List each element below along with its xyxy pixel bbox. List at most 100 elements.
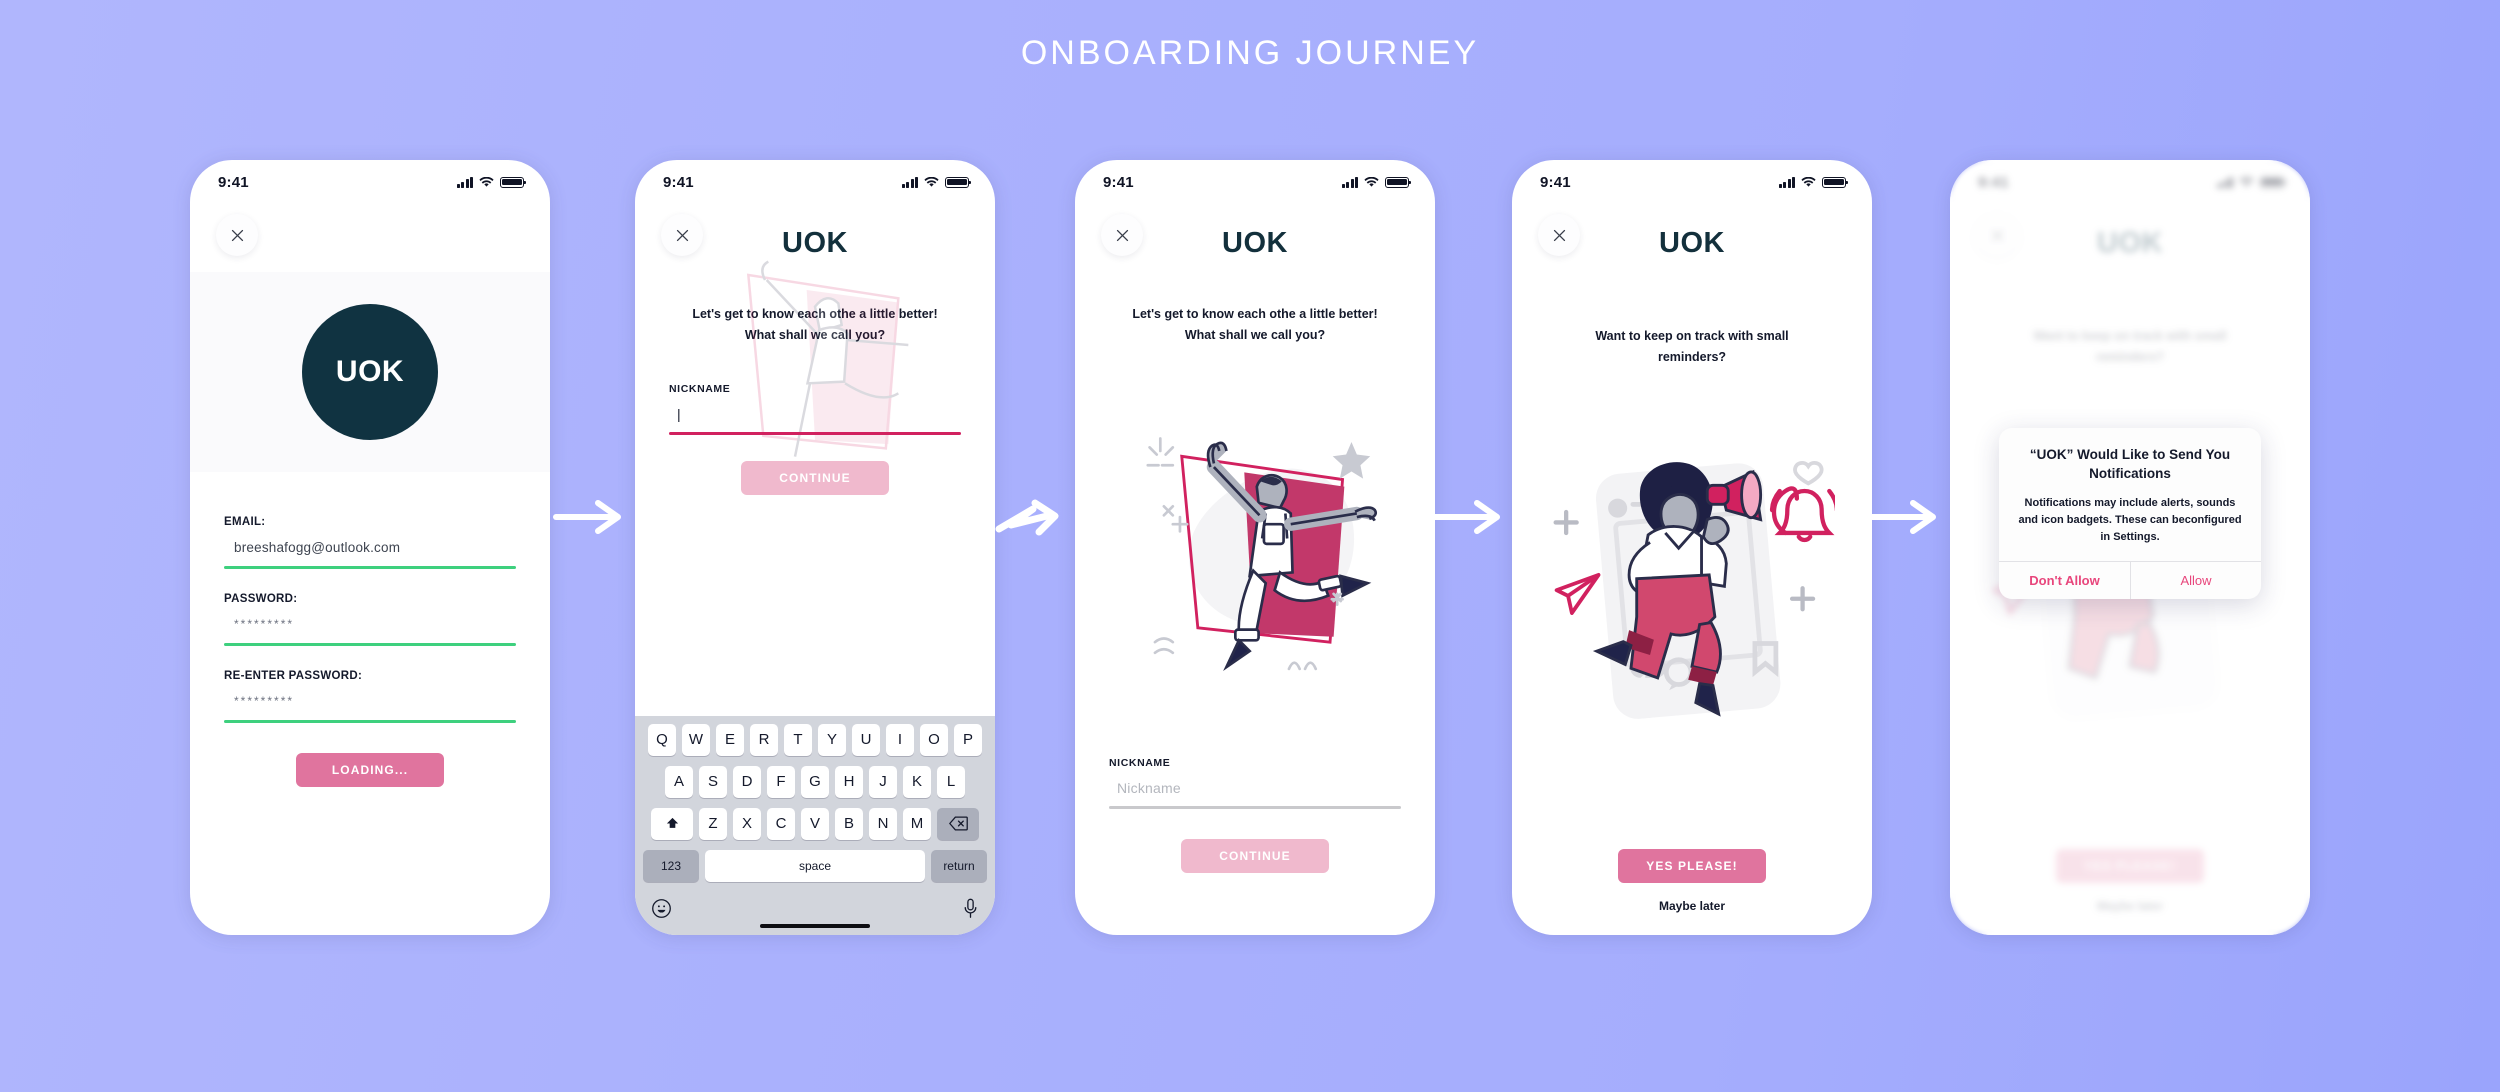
arrow-2-zigzag-icon	[995, 499, 1059, 536]
keyboard-row-1: Q W E R T Y U I O P	[639, 723, 991, 756]
app-header: UOK	[635, 204, 995, 282]
nickname-field-group: NICKNAME Nickname	[1075, 757, 1435, 809]
app-wordmark: UOK	[1222, 226, 1288, 259]
status-bar: 9:41	[190, 160, 550, 204]
key-v[interactable]: V	[801, 807, 829, 840]
key-h[interactable]: H	[835, 765, 863, 798]
key-t[interactable]: T	[784, 723, 812, 756]
key-a[interactable]: A	[665, 765, 693, 798]
arrow-4-icon	[1868, 500, 1936, 534]
logo-panel: UOK	[190, 272, 550, 472]
space-key[interactable]: space	[705, 849, 925, 882]
keyboard-row-2: A S D F G H J K L	[639, 765, 991, 798]
nickname-field-group: NICKNAME |	[635, 383, 995, 436]
password-label: PASSWORD:	[224, 593, 298, 605]
close-button[interactable]	[1538, 214, 1580, 256]
key-p[interactable]: P	[954, 723, 982, 756]
key-b[interactable]: B	[835, 807, 863, 840]
key-m[interactable]: M	[903, 807, 931, 840]
key-q[interactable]: Q	[648, 723, 676, 756]
backspace-key[interactable]	[937, 807, 979, 840]
key-z[interactable]: Z	[699, 807, 727, 840]
logo-text: UOK	[335, 355, 405, 388]
phone-screen-nickname-typing: 9:41 UOK Let's get to know each othe a l…	[635, 160, 995, 935]
close-button[interactable]	[661, 214, 703, 256]
key-f[interactable]: F	[767, 765, 795, 798]
key-i[interactable]: I	[886, 723, 914, 756]
nickname-input[interactable]: Nickname	[1109, 780, 1401, 799]
signal-icon	[1341, 176, 1358, 188]
ios-keyboard: Q W E R T Y U I O P A S D F G H J K L Z …	[635, 715, 995, 935]
continue-button[interactable]: CONTINUE	[1181, 839, 1329, 873]
key-j[interactable]: J	[869, 765, 897, 798]
maybe-later-link[interactable]: Maybe later	[1512, 899, 1872, 935]
allow-button[interactable]: Allow	[2130, 561, 2261, 599]
backspace-icon	[948, 816, 968, 831]
numbers-key[interactable]: 123	[643, 849, 699, 882]
app-header: UOK	[1075, 204, 1435, 282]
key-s[interactable]: S	[699, 765, 727, 798]
key-x[interactable]: X	[733, 807, 761, 840]
arrow-3-icon	[1432, 500, 1500, 534]
loading-button[interactable]: LOADING...	[296, 753, 444, 787]
phone-screen-notifications-permission: 9:41 UOK Want to keep on track with smal…	[1950, 160, 2310, 935]
key-u[interactable]: U	[852, 723, 880, 756]
email-input[interactable]: breeshafogg@outlook.com	[224, 540, 516, 558]
signal-icon	[1778, 176, 1795, 188]
key-r[interactable]: R	[750, 723, 778, 756]
signal-icon	[901, 176, 918, 188]
battery-icon	[500, 176, 527, 188]
password-input[interactable]: *********	[224, 617, 516, 635]
key-g[interactable]: G	[801, 765, 829, 798]
key-o[interactable]: O	[920, 723, 948, 756]
status-time: 9:41	[218, 173, 249, 191]
arrow-1-icon	[553, 500, 621, 534]
key-w[interactable]: W	[682, 723, 710, 756]
microphone-icon[interactable]	[962, 898, 979, 919]
nickname-underline	[1109, 806, 1401, 809]
return-key[interactable]: return	[931, 849, 987, 882]
continue-button[interactable]: CONTINUE	[741, 461, 889, 496]
close-icon	[231, 229, 243, 241]
nickname-underline	[669, 432, 961, 436]
key-l[interactable]: L	[937, 765, 965, 798]
notifications-prompt: Want to keep on track with small reminde…	[1595, 329, 1789, 364]
battery-icon	[945, 176, 972, 188]
emoji-icon[interactable]	[651, 898, 672, 919]
dialog-message: Notifications may include alerts, sounds…	[2018, 496, 2242, 543]
close-icon	[1553, 229, 1565, 241]
dont-allow-button[interactable]: Don't Allow	[1999, 562, 2130, 599]
key-y[interactable]: Y	[818, 723, 846, 756]
key-k[interactable]: K	[903, 765, 931, 798]
shift-key[interactable]	[651, 807, 693, 840]
notification-permission-dialog: “UOK” Would Like to Send You Notificatio…	[1999, 428, 2261, 599]
keyboard-bottom-row: 123 space return	[639, 849, 991, 890]
status-bar: 9:41	[1075, 160, 1435, 204]
nickname-label: NICKNAME	[1109, 757, 1171, 769]
close-icon	[676, 229, 688, 241]
close-button[interactable]	[216, 214, 258, 256]
app-wordmark: UOK	[1659, 226, 1725, 259]
app-header: UOK	[1512, 204, 1872, 282]
nickname-label: NICKNAME	[669, 383, 731, 396]
email-field-group: EMAIL: breeshafogg@outlook.com	[224, 516, 516, 569]
nickname-prompt: Let's get to know each othe a little bet…	[692, 307, 938, 342]
confirm-password-underline	[224, 720, 516, 723]
password-field-group: PASSWORD: *********	[224, 593, 516, 646]
keyboard-row-3: Z X C V B N M	[639, 807, 991, 840]
key-c[interactable]: C	[767, 807, 795, 840]
close-icon	[1116, 229, 1128, 241]
notifications-illustration	[1512, 367, 1872, 819]
yes-please-button[interactable]: YES PLEASE!	[1618, 849, 1766, 883]
app-wordmark: UOK	[782, 226, 848, 259]
password-underline	[224, 643, 516, 646]
wifi-icon	[1801, 176, 1816, 187]
status-time: 9:41	[1103, 173, 1134, 191]
nickname-input[interactable]: |	[669, 406, 961, 425]
confirm-password-input[interactable]: *********	[224, 694, 516, 712]
close-button[interactable]	[1101, 214, 1143, 256]
shift-arrow-icon	[666, 817, 678, 828]
key-n[interactable]: N	[869, 807, 897, 840]
key-d[interactable]: D	[733, 765, 761, 798]
key-e[interactable]: E	[716, 723, 744, 756]
